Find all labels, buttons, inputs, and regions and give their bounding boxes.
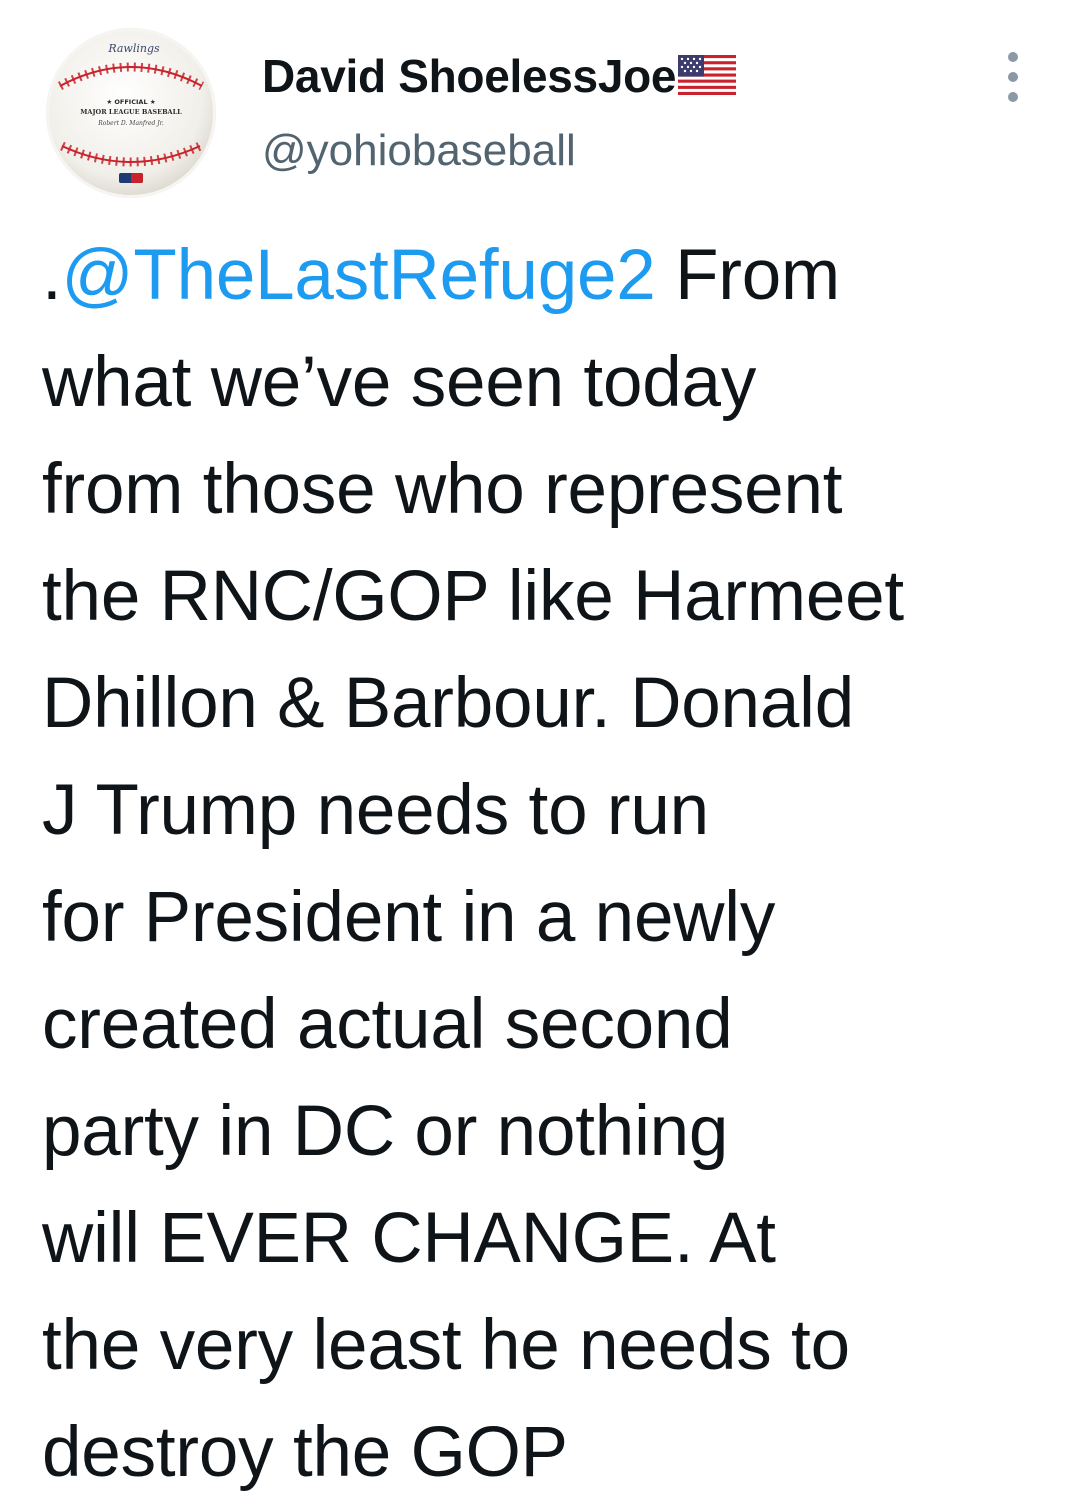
avatar[interactable]: Rawlings ★ OFFICIAL ★ MAJOR LEAGUE BASEB… [46, 28, 216, 198]
avatar-brand-text: Rawlings [107, 42, 160, 55]
avatar-ball-text-1: ★ OFFICIAL ★ [106, 98, 156, 106]
tweet-line: the RNC/GOP like Harmeet [42, 557, 904, 636]
more-vertical-icon [1008, 52, 1018, 62]
tweet-line: from those who represent [42, 450, 843, 529]
tweet-line: for President in a newly [42, 878, 776, 957]
tweet-line: .@TheLastRefuge2 From [42, 222, 1052, 329]
more-vertical-icon-dot [1008, 72, 1018, 82]
avatar-ball-text-2: MAJOR LEAGUE BASEBALL [80, 108, 182, 116]
user-handle[interactable]: @yohiobaseball [262, 126, 576, 176]
tweet-line: the very least he needs to [42, 1306, 850, 1385]
display-name[interactable]: David ShoelessJoe [262, 49, 677, 103]
tweet-line: destroy the GOP [42, 1413, 568, 1492]
tweet-text: .@TheLastRefuge2 From what we’ve seen to… [42, 222, 1052, 1506]
tweet-line: party in DC or nothing [42, 1092, 729, 1171]
mention-link[interactable]: @TheLastRefuge2 [62, 236, 656, 315]
display-name-row[interactable]: David ShoelessJoe [262, 48, 737, 104]
tweet-line: Dhillon & Barbour. Donald [42, 664, 854, 743]
more-vertical-icon-dot [1008, 92, 1018, 102]
us-flag-icon [678, 54, 737, 100]
tweet-line: J Trump needs to run [42, 771, 709, 850]
tweet-line: created actual second [42, 985, 733, 1064]
tweet-line-text: From [655, 236, 840, 315]
more-options-button[interactable] [996, 52, 1030, 102]
baseball-avatar-icon: Rawlings ★ OFFICIAL ★ MAJOR LEAGUE BASEB… [46, 28, 216, 198]
tweet-header: Rawlings ★ OFFICIAL ★ MAJOR LEAGUE BASEB… [0, 0, 1080, 210]
tweet-line: what we’ve seen today [42, 343, 757, 422]
tweet-line: will EVER CHANGE. At [42, 1199, 776, 1278]
mention-prefix: . [42, 236, 62, 315]
avatar-signature: Robert D. Manfred Jr. [97, 120, 164, 127]
